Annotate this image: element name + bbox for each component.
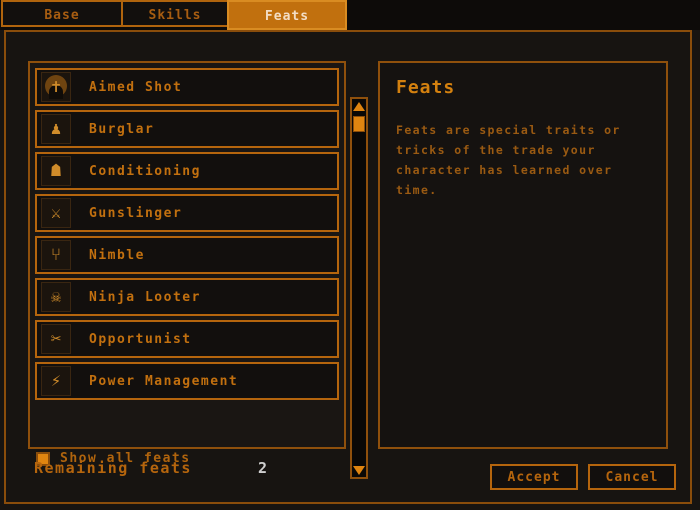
list-item[interactable]: ☠ Ninja Looter <box>35 278 339 316</box>
tab-bar: Base Skills Feats <box>0 0 700 30</box>
power-management-glyph: ⚡ <box>50 370 62 391</box>
list-item[interactable]: ♟ Burglar <box>35 110 339 148</box>
aimed-shot-icon: ✝ <box>41 72 71 102</box>
list-item[interactable]: ⚔ Gunslinger <box>35 194 339 232</box>
nimble-glyph: ⑂ <box>50 244 62 265</box>
list-item-label: Ninja Looter <box>89 289 201 305</box>
remaining-feats-value: 2 <box>258 459 268 477</box>
feats-screen: Base Skills Feats ✝ Aimed Shot ♟ Burglar <box>0 0 700 510</box>
feats-list-panel: ✝ Aimed Shot ♟ Burglar ☗ Conditioning ⚔ <box>28 61 346 449</box>
burglar-icon: ♟ <box>41 114 71 144</box>
list-item-label: Gunslinger <box>89 205 183 221</box>
tab-feats[interactable]: Feats <box>227 0 347 30</box>
scroll-up-icon[interactable] <box>352 99 366 113</box>
feats-list-scrollbar[interactable] <box>350 97 368 479</box>
list-item[interactable]: ✝ Aimed Shot <box>35 68 339 106</box>
tab-skills[interactable]: Skills <box>121 0 229 27</box>
list-item-label: Nimble <box>89 247 145 263</box>
scrollbar-thumb[interactable] <box>353 116 365 132</box>
description-title: Feats <box>396 77 456 98</box>
scroll-down-icon[interactable] <box>352 463 366 477</box>
opportunist-icon: ✂ <box>41 324 71 354</box>
list-item[interactable]: ⚡ Power Management <box>35 362 339 400</box>
accept-button[interactable]: Accept <box>490 464 578 490</box>
conditioning-icon: ☗ <box>41 156 71 186</box>
list-item-label: Opportunist <box>89 331 192 347</box>
tab-base[interactable]: Base <box>1 0 123 27</box>
burglar-glyph: ♟ <box>50 118 62 139</box>
ninja-looter-icon: ☠ <box>41 282 71 312</box>
list-item-label: Power Management <box>89 373 239 389</box>
aimed-shot-glyph: ✝ <box>50 76 62 97</box>
power-management-icon: ⚡ <box>41 366 71 396</box>
remaining-feats-label: Remaining feats <box>34 459 192 477</box>
gunslinger-glyph: ⚔ <box>50 202 62 223</box>
description-panel: Feats Feats are special traits or tricks… <box>378 61 668 449</box>
cancel-button[interactable]: Cancel <box>588 464 676 490</box>
ninja-looter-glyph: ☠ <box>50 286 62 307</box>
list-item-label: Conditioning <box>89 163 201 179</box>
list-item[interactable]: ✂ Opportunist <box>35 320 339 358</box>
list-item[interactable]: ☗ Conditioning <box>35 152 339 190</box>
conditioning-glyph: ☗ <box>50 160 62 181</box>
list-item-label: Burglar <box>89 121 155 137</box>
opportunist-glyph: ✂ <box>50 328 62 349</box>
nimble-icon: ⑂ <box>41 240 71 270</box>
list-item[interactable]: ⑂ Nimble <box>35 236 339 274</box>
description-body: Feats are special traits or tricks of th… <box>396 123 621 197</box>
character-window: ✝ Aimed Shot ♟ Burglar ☗ Conditioning ⚔ <box>4 30 692 504</box>
list-item-label: Aimed Shot <box>89 79 183 95</box>
gunslinger-icon: ⚔ <box>41 198 71 228</box>
